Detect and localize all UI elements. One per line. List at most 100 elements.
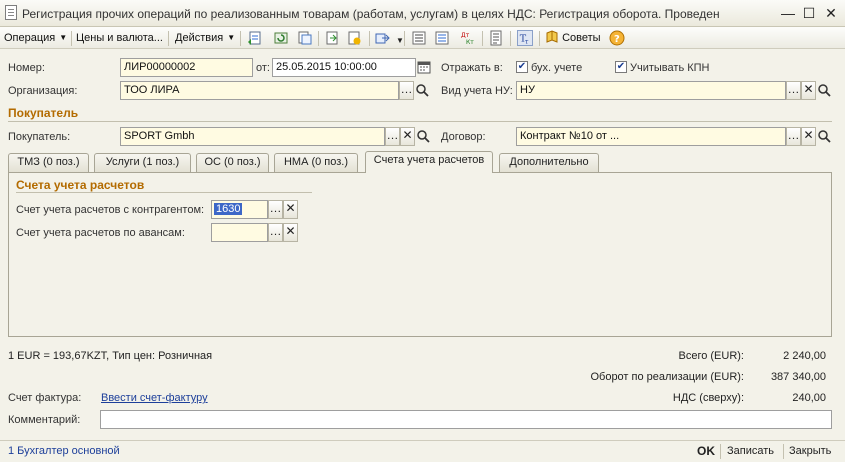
minimize-button[interactable]: —: [780, 5, 796, 21]
kpn-label: Учитывать КПН: [630, 62, 710, 74]
tab-settlement-accounts[interactable]: Счета учета расчетов: [365, 151, 493, 173]
chevron-down-icon: ▼: [227, 33, 236, 42]
document-arrow-icon[interactable]: [324, 30, 340, 46]
post-document-icon[interactable]: [247, 30, 263, 46]
ok-button[interactable]: OK: [697, 444, 715, 458]
nu-type-field[interactable]: НУ: [516, 81, 786, 100]
actions-menu-label: Действия: [175, 32, 224, 44]
buh-label: бух. учете: [531, 62, 583, 74]
document-icon: [5, 5, 17, 20]
document-star-icon[interactable]: [346, 30, 362, 46]
tab-additional[interactable]: Дополнительно: [499, 153, 599, 172]
svg-text:Дт: Дт: [461, 32, 470, 39]
report-icon[interactable]: [488, 30, 504, 46]
text-format-icon[interactable]: Tт: [517, 30, 533, 46]
vat-label: НДС (сверху):: [672, 392, 744, 404]
toolbar-separator: [539, 31, 540, 46]
date-label: от:: [256, 62, 270, 74]
invoice-label: Счет фактура:: [8, 392, 82, 404]
tab-fixed-assets[interactable]: ОС (0 поз.): [196, 153, 269, 172]
tab-intangible-assets[interactable]: НМА (0 поз.): [274, 153, 358, 172]
advance-account-select-button[interactable]: …: [268, 223, 283, 242]
tips-button[interactable]: Советы: [545, 30, 601, 46]
tips-label: Советы: [562, 32, 601, 44]
toolbar-separator: [71, 31, 72, 46]
enter-invoice-link[interactable]: Ввести счет-фактуру: [101, 392, 208, 404]
total-value: 2 240,00: [783, 350, 826, 362]
status-separator: [720, 444, 721, 459]
advance-account-label: Счет учета расчетов по авансам:: [16, 227, 185, 239]
prices-currency-button[interactable]: Цены и валюта...: [76, 30, 163, 46]
structure-icon[interactable]: [411, 30, 427, 46]
kpn-checkbox[interactable]: ✔: [615, 61, 627, 73]
buyer-label: Покупатель:: [8, 131, 71, 143]
title-bar: Регистрация прочих операций по реализова…: [0, 0, 845, 27]
accounts-section-title: Счета учета расчетов: [16, 178, 145, 192]
tab-panel: [8, 172, 832, 337]
contract-label: Договор:: [441, 131, 486, 143]
tab-services[interactable]: Услуги (1 поз.): [94, 153, 191, 172]
operation-menu-label: Операция: [4, 32, 56, 44]
go-to-icon[interactable]: [375, 30, 391, 46]
exchange-rate-info: 1 EUR = 193,67KZT, Тип цен: Розничная: [8, 350, 213, 362]
search-icon[interactable]: [415, 83, 429, 97]
contractor-account-clear-button[interactable]: ✕: [283, 200, 298, 219]
contractor-account-field[interactable]: 1630: [211, 200, 268, 219]
calendar-icon[interactable]: [417, 59, 431, 76]
buyer-field[interactable]: SPORT Gmbh: [120, 127, 385, 146]
movements-icon[interactable]: [434, 30, 450, 46]
buyer-clear-button[interactable]: ✕: [400, 127, 415, 146]
maximize-button[interactable]: ☐: [801, 5, 817, 21]
current-user-link[interactable]: 1 Бухгалтер основной: [8, 445, 120, 457]
toolbar-separator: [404, 31, 405, 46]
status-bar: 1 Бухгалтер основной OK Записать Закрыть: [0, 440, 845, 462]
operation-menu[interactable]: Операция ▼: [4, 30, 67, 46]
window-title: Регистрация прочих операций по реализова…: [22, 7, 720, 21]
svg-text:?: ?: [614, 34, 620, 45]
refresh-icon[interactable]: [273, 30, 289, 46]
toolbar-separator: [318, 31, 319, 46]
debit-credit-icon[interactable]: ДтКт: [460, 30, 476, 46]
save-button[interactable]: Записать: [727, 445, 774, 457]
search-icon[interactable]: [817, 129, 831, 143]
date-field[interactable]: 25.05.2015 10:00:00: [272, 58, 416, 77]
buh-checkbox[interactable]: ✔: [516, 61, 528, 73]
number-field[interactable]: ЛИР00000002: [120, 58, 253, 77]
contract-select-button[interactable]: …: [786, 127, 801, 146]
buyer-select-button[interactable]: …: [385, 127, 400, 146]
section-divider: [16, 192, 312, 193]
search-icon[interactable]: [817, 83, 831, 97]
toolbar-separator: [482, 31, 483, 46]
nu-type-select-button[interactable]: …: [786, 81, 801, 100]
close-window-button[interactable]: ✕: [823, 5, 839, 21]
vat-value: 240,00: [792, 392, 826, 404]
contract-field[interactable]: Контракт №10 от ...: [516, 127, 786, 146]
toolbar-separator: [510, 31, 511, 46]
copy-document-icon[interactable]: [297, 30, 313, 46]
search-icon[interactable]: [416, 129, 430, 143]
comment-field[interactable]: [100, 410, 832, 429]
close-button[interactable]: Закрыть: [789, 445, 831, 457]
svg-text:Кт: Кт: [466, 39, 474, 46]
organization-label: Организация:: [8, 85, 78, 97]
advance-account-field[interactable]: [211, 223, 268, 242]
contract-clear-button[interactable]: ✕: [801, 127, 816, 146]
contractor-account-select-button[interactable]: …: [268, 200, 283, 219]
chevron-down-icon[interactable]: ▼: [396, 36, 404, 45]
toolbar: Операция ▼ Цены и валюта... Действия ▼ ▼ Д…: [0, 27, 845, 49]
toolbar-separator: [168, 31, 169, 46]
tab-tmz[interactable]: ТМЗ (0 поз.): [8, 153, 89, 172]
buyer-section-title: Покупатель: [8, 106, 79, 120]
status-separator: [783, 444, 784, 459]
help-icon[interactable]: ?: [609, 30, 625, 46]
turnover-label: Оборот по реализации (EUR):: [590, 371, 744, 383]
section-divider: [8, 121, 832, 122]
total-label: Всего (EUR):: [678, 350, 744, 362]
advance-account-clear-button[interactable]: ✕: [283, 223, 298, 242]
actions-menu[interactable]: Действия ▼: [175, 30, 235, 46]
organization-select-button[interactable]: …: [399, 81, 414, 100]
contractor-account-value: 1630: [214, 203, 243, 215]
organization-field[interactable]: ТОО ЛИРА: [120, 81, 399, 100]
nu-type-clear-button[interactable]: ✕: [801, 81, 816, 100]
chevron-down-icon: ▼: [59, 33, 68, 42]
